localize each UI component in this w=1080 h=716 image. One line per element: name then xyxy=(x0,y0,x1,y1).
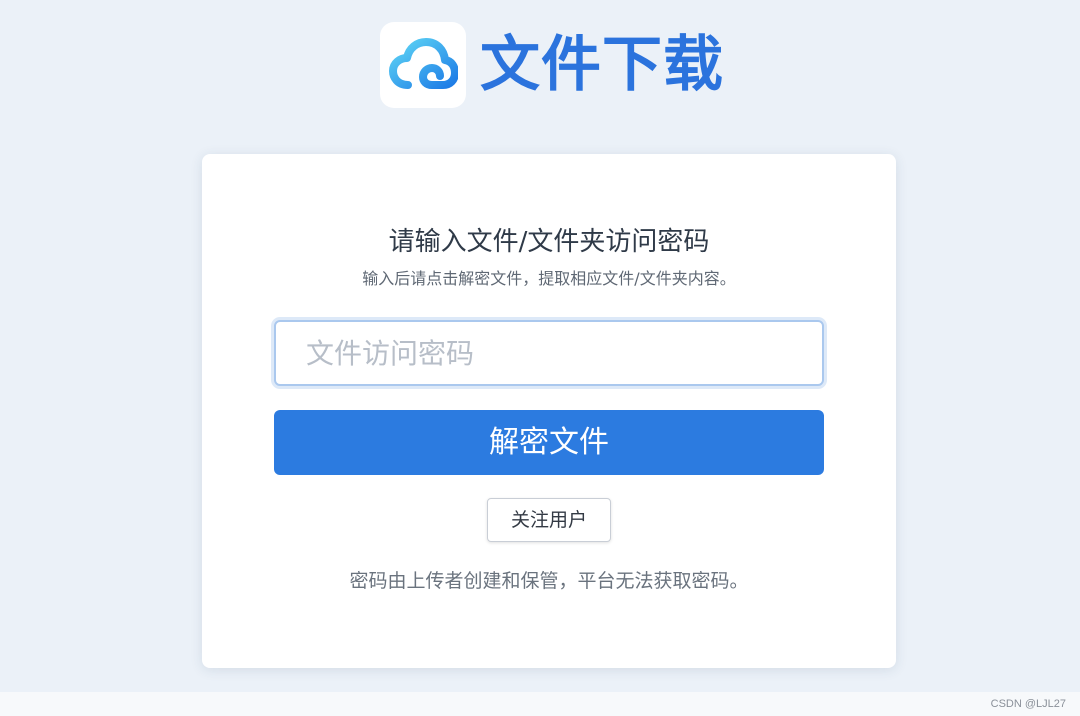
footer-note: 密码由上传者创建和保管，平台无法获取密码。 xyxy=(349,570,749,592)
app-title: 文件下载 xyxy=(480,30,724,100)
password-input[interactable] xyxy=(274,320,824,386)
password-card: 请输入文件/文件夹访问密码 输入后请点击解密文件，提取相应文件/文件夹内容。 解… xyxy=(202,154,896,668)
follow-user-button[interactable]: 关注用户 xyxy=(487,498,611,542)
card-subtitle: 输入后请点击解密文件，提取相应文件/文件夹内容。 xyxy=(362,269,736,288)
bottom-strip: CSDN @LJL27 xyxy=(0,692,1080,716)
card-title: 请输入文件/文件夹访问密码 xyxy=(388,227,710,257)
decrypt-button[interactable]: 解密文件 xyxy=(274,410,824,475)
cloud-icon xyxy=(389,38,458,89)
logo xyxy=(380,22,466,108)
header: 文件下载 xyxy=(380,22,724,108)
watermark: CSDN @LJL27 xyxy=(990,698,1066,710)
